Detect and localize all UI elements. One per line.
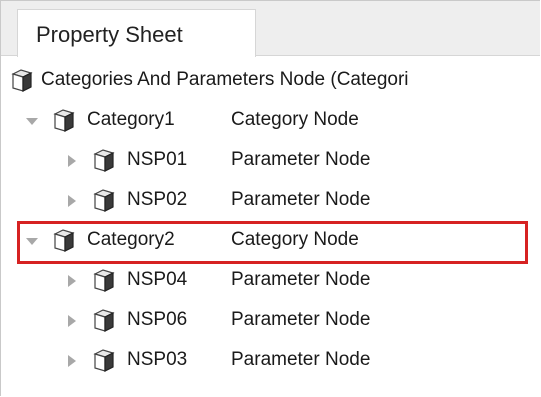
node-type: Parameter Node [231,189,371,210]
triangle-right-icon[interactable] [65,274,79,288]
cube-icon [53,109,75,132]
tree-row-nsp02[interactable]: NSP02 Parameter Node [1,181,540,221]
triangle-right-icon[interactable] [65,354,79,368]
tree-row-nsp04[interactable]: NSP04 Parameter Node [1,261,540,301]
node-type: Parameter Node [231,269,371,290]
tree-root-label: Categories And Parameters Node (Categori [41,69,409,90]
tab-strip: Property Sheet [1,1,540,57]
cube-icon [53,229,75,252]
node-type: Category Node [231,229,359,250]
node-name: NSP02 [127,189,188,210]
tree-row-nsp01[interactable]: NSP01 Parameter Node [1,141,540,181]
triangle-right-icon[interactable] [65,154,79,168]
cube-icon [93,349,115,372]
cube-icon [93,149,115,172]
triangle-down-icon[interactable] [25,234,39,248]
node-name: Category1 [87,109,175,130]
node-name: NSP01 [127,149,188,170]
tree-row-category2[interactable]: Category2 Category Node [1,221,540,261]
node-name: NSP06 [127,309,188,330]
cube-icon [93,189,115,212]
triangle-down-icon[interactable] [25,114,39,128]
tree-root-row[interactable]: Categories And Parameters Node (Categori [1,61,540,101]
node-type: Parameter Node [231,309,371,330]
cube-icon [93,269,115,292]
tree-row-nsp06[interactable]: NSP06 Parameter Node [1,301,540,341]
node-type: Parameter Node [231,149,371,170]
tree-row-category1[interactable]: Category1 Category Node [1,101,540,141]
tab-label: Property Sheet [36,22,183,47]
node-name: Category2 [87,229,175,250]
property-tree: Categories And Parameters Node (Categori… [1,57,540,396]
node-name: NSP03 [127,349,188,370]
triangle-right-icon[interactable] [65,194,79,208]
node-name: NSP04 [127,269,188,290]
tab-property-sheet[interactable]: Property Sheet [17,9,256,57]
node-type: Category Node [231,109,359,130]
cube-icon [93,309,115,332]
node-type: Parameter Node [231,349,371,370]
cube-icon [11,69,33,92]
tree-row-nsp03[interactable]: NSP03 Parameter Node [1,341,540,381]
triangle-right-icon[interactable] [65,314,79,328]
